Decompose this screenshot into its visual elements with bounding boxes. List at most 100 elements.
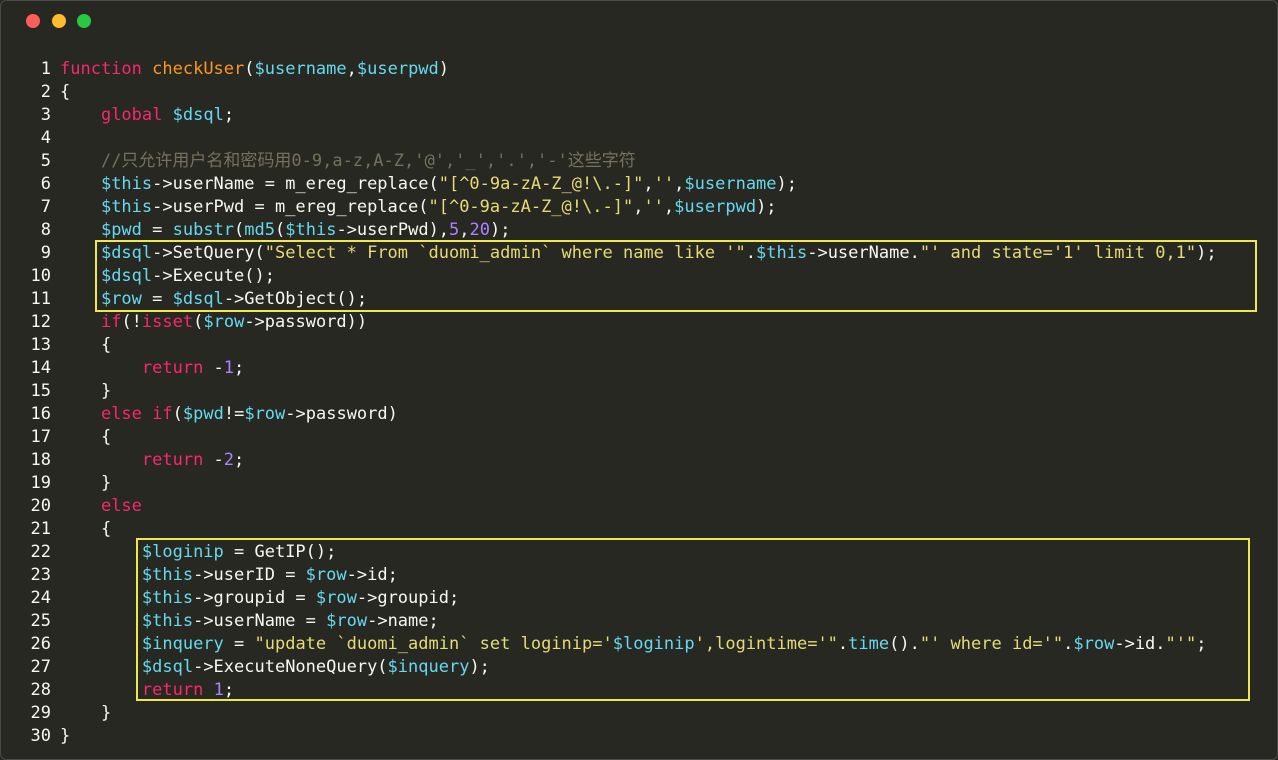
code-token: ->Execute(); — [152, 266, 275, 286]
code-text: $this->userName = $row->name; — [60, 610, 439, 633]
code-token: ->userPwd), — [336, 220, 450, 240]
code-token: $row — [203, 312, 245, 332]
code-token: ->groupid = — [193, 588, 316, 608]
code-token: . — [837, 634, 849, 654]
code-token: ); — [469, 657, 490, 677]
line-number: 6 — [40, 174, 51, 194]
code-text: $dsql->ExecuteNoneQuery($inquery); — [60, 656, 490, 679]
line-number: 25 — [30, 611, 51, 631]
code-token: ->groupid; — [356, 588, 460, 608]
code-token: ( — [244, 59, 255, 79]
line-number: 4 — [40, 128, 51, 148]
line-number: 23 — [30, 565, 51, 585]
close-window-icon[interactable] — [26, 14, 40, 28]
code-token: ->userPwd = m_ereg_replace( — [152, 197, 429, 217]
code-token: "update `duomi_admin` set loginip=' — [254, 634, 613, 654]
code-token: ->userName = — [193, 611, 327, 631]
line-number: 9 — [40, 243, 51, 263]
line-number: 19 — [30, 473, 51, 493]
code-text: $loginip = GetIP(); — [60, 541, 336, 564]
code-token: $this — [141, 565, 194, 585]
code-token: //只允许用户名和密码用0-9,a-z,A-Z,'@','_','.','-'这… — [100, 151, 636, 171]
code-token: 1 — [223, 358, 235, 378]
code-token: '' — [643, 197, 664, 217]
code-token: "'" — [1165, 634, 1197, 654]
code-token: $loginip — [612, 634, 695, 654]
code-token: ',logintime='" — [694, 634, 838, 654]
code-token: . — [1063, 634, 1074, 654]
code-token: , — [663, 197, 675, 217]
code-token: $row — [326, 611, 368, 631]
code-token: $userpwd — [674, 197, 757, 217]
line-number: 29 — [30, 703, 51, 723]
code-token: , — [674, 174, 685, 194]
code-token: ; — [223, 680, 235, 700]
line-number: 12 — [30, 312, 51, 332]
code-token: $this — [285, 220, 337, 240]
code-token: ->SetQuery( — [152, 243, 265, 263]
code-text: { — [60, 426, 111, 449]
code-token: { — [60, 82, 71, 102]
code-token: } — [60, 703, 112, 723]
code-token: { — [60, 519, 112, 539]
code-token: ) — [438, 59, 450, 79]
code-token: ->GetObject(); — [223, 289, 368, 309]
code-text: { — [60, 334, 111, 357]
code-token: ); — [776, 174, 798, 194]
line-number: 21 — [30, 519, 51, 539]
code-text: { — [60, 81, 70, 104]
code-text: else if($pwd!=$row->password) — [60, 403, 398, 426]
code-token: ->password) — [285, 404, 398, 424]
code-token: "[^0-9a-zA-Z_@!\.-]" — [438, 174, 644, 194]
code-token: , — [633, 197, 644, 217]
code-token: ; — [234, 358, 245, 378]
code-text: $dsql->SetQuery("Select * From `duomi_ad… — [60, 242, 1217, 265]
code-token: = — [141, 220, 173, 240]
code-token: if — [100, 312, 122, 332]
code-text: $this->groupid = $row->groupid; — [60, 587, 459, 610]
code-text: $inquery = "update `duomi_admin` set log… — [60, 633, 1207, 656]
line-number: 14 — [30, 358, 51, 378]
code-token: $dsql — [141, 657, 194, 677]
code-token: $row — [100, 289, 142, 309]
maximize-window-icon[interactable] — [77, 14, 91, 28]
code-token: checkUser — [152, 59, 245, 79]
code-token: function — [60, 59, 142, 79]
code-text: $row = $dsql->GetObject(); — [60, 288, 367, 311]
code-token: $loginip — [141, 542, 224, 562]
code-text: } — [60, 472, 111, 495]
code-token: , — [643, 174, 654, 194]
code-token: $dsql — [172, 289, 224, 309]
line-number: 17 — [30, 427, 51, 447]
code-token: "[^0-9a-zA-Z_@!\.-]" — [428, 197, 634, 217]
code-token: = GetIP(); — [223, 542, 337, 562]
code-text: $dsql->Execute(); — [60, 265, 275, 288]
line-number: 18 — [30, 450, 51, 470]
code-token: . — [745, 243, 757, 263]
code-token: $username — [254, 59, 347, 79]
code-token: $row — [305, 565, 347, 585]
minimize-window-icon[interactable] — [52, 14, 66, 28]
code-token: (). — [889, 634, 920, 654]
code-token: = — [141, 289, 173, 309]
code-token: return — [141, 358, 204, 378]
code-text: //只允许用户名和密码用0-9,a-z,A-Z,'@','_','.','-'这… — [60, 150, 636, 173]
code-token: (! — [121, 312, 142, 332]
code-token: , — [346, 59, 357, 79]
code-token: $inquery — [141, 634, 224, 654]
line-number: 28 — [30, 680, 51, 700]
code-token: $pwd — [182, 404, 224, 424]
line-number: 30 — [30, 726, 51, 746]
code-token: ->userName. — [807, 243, 920, 263]
code-token: - — [203, 358, 224, 378]
line-number: 8 — [40, 220, 51, 240]
code-token: $inquery — [387, 657, 470, 677]
code-text: return 1; — [60, 679, 234, 702]
